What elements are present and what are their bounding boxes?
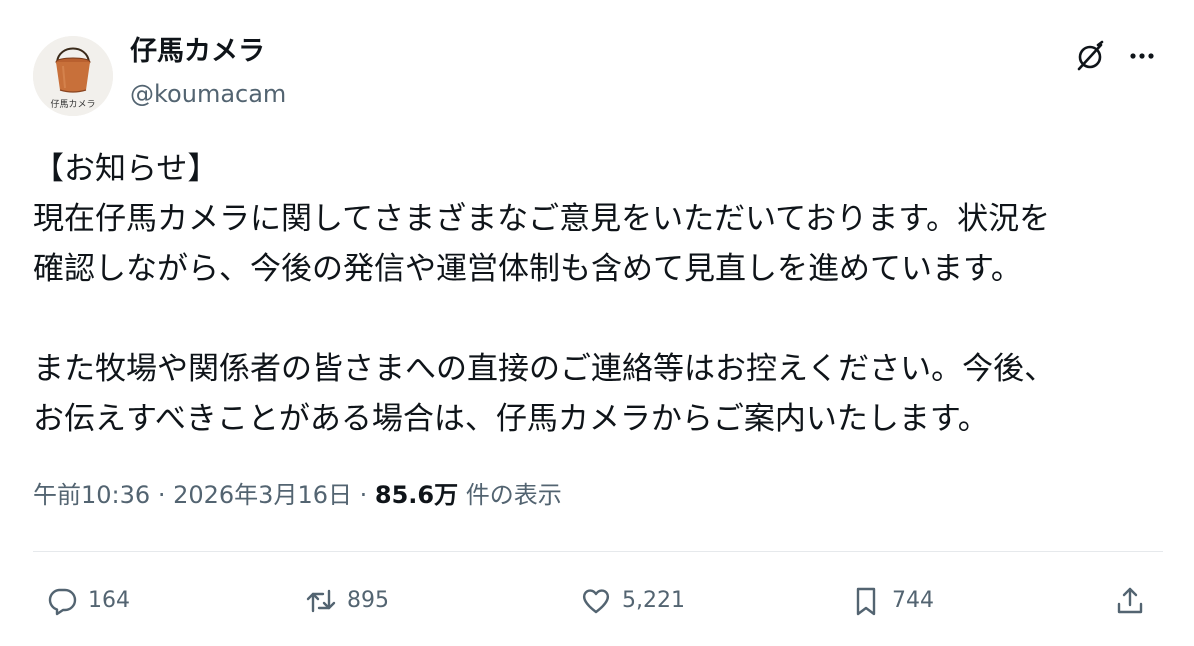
post-text-line: 【お知らせ】 (33, 151, 219, 187)
more-options-button[interactable] (1122, 36, 1162, 76)
share-icon (1117, 587, 1143, 614)
bookmark-icon (856, 587, 876, 616)
divider (33, 551, 1163, 552)
repost-button[interactable]: 895 (305, 580, 389, 622)
bookmark-button[interactable]: 744 (850, 580, 934, 622)
post-text-line: お伝えすべきことがある場合は、仔馬カメラからご案内いたします。 (33, 401, 989, 437)
view-count-label: 件の表示 (465, 481, 562, 509)
like-button[interactable]: 5,221 (580, 580, 685, 622)
repost-count: 895 (347, 588, 389, 613)
post-time[interactable]: 午前10:36 (33, 481, 150, 509)
reply-icon (48, 588, 77, 616)
grok-button[interactable] (1070, 36, 1110, 76)
post-text-line: また牧場や関係者の皆さまへの直接のご連絡等はお控えください。今後、 (33, 351, 1056, 387)
avatar-caption: 仔馬カメラ (50, 98, 95, 110)
user-handle[interactable]: @koumacam (130, 78, 286, 110)
more-icon (1130, 53, 1154, 59)
reply-count: 164 (88, 588, 130, 613)
bookmark-count: 744 (892, 588, 934, 613)
meta-separator: · (157, 481, 166, 509)
heart-icon (582, 589, 610, 614)
meta-separator: · (359, 481, 368, 509)
post-text-line: 確認しながら、今後の発信や運営体制も含めて見直しを進めています。 (33, 251, 1022, 287)
bucket-logo-icon: 仔馬カメラ (33, 36, 113, 116)
avatar[interactable]: 仔馬カメラ (33, 36, 113, 116)
display-name[interactable]: 仔馬カメラ (130, 34, 265, 70)
post-card: 仔馬カメラ 仔馬カメラ @koumacam 【お知らせ】 現在仔馬カメラに関して… (0, 0, 1194, 646)
repost-icon (306, 589, 336, 613)
share-button[interactable] (1114, 580, 1146, 622)
post-meta: 午前10:36 · 2026年3月16日 · 85.6万 件の表示 (33, 475, 562, 515)
post-text-line: 現在仔馬カメラに関してさまざまなご意見をいただいております。状況を (33, 201, 1051, 237)
reply-button[interactable]: 164 (46, 580, 130, 622)
grok-icon (1077, 40, 1104, 71)
like-count: 5,221 (622, 588, 685, 613)
post-date[interactable]: 2026年3月16日 (173, 481, 352, 509)
post-text: 【お知らせ】 現在仔馬カメラに関してさまざまなご意見をいただいております。状況を… (33, 144, 1163, 444)
view-count[interactable]: 85.6万 (375, 481, 458, 509)
